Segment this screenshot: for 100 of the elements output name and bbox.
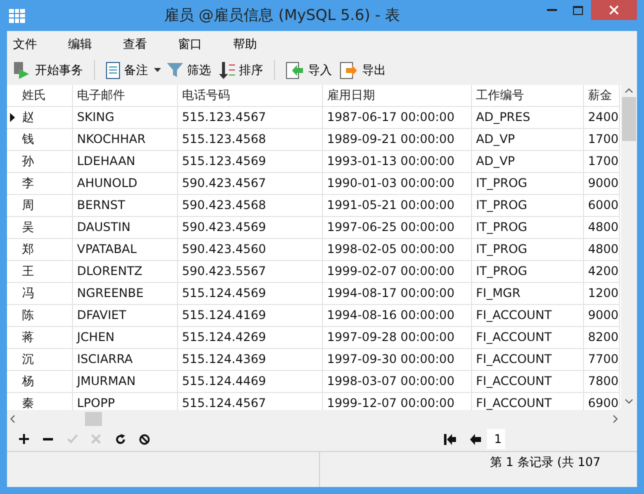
table-cell: 590.423.4560 — [178, 239, 323, 261]
table-cell: 515.124.4169 — [178, 305, 323, 327]
table-cell: 590.423.4568 — [178, 195, 323, 217]
table-cell: 陈 — [18, 305, 73, 327]
close-button[interactable] — [591, 0, 637, 20]
scroll-right-icon[interactable] — [613, 414, 618, 422]
scrollbar-thumb[interactable] — [622, 97, 636, 141]
table-cell: IT_PROG — [472, 217, 584, 239]
table-cell: 吴 — [18, 217, 73, 239]
table-cell: 515.123.4568 — [178, 129, 323, 151]
table-cell: 9000 — [584, 173, 620, 195]
table-cell: 515.123.4569 — [178, 151, 323, 173]
table-cell: 590.423.4569 — [178, 217, 323, 239]
table-cell: 9000 — [584, 305, 620, 327]
table-cell: 郑 — [18, 239, 73, 261]
table-cell: DFAVIET — [73, 305, 178, 327]
table-cell: AD_VP — [472, 129, 584, 151]
table-cell: 1997-09-30 00:00:00 — [323, 349, 472, 371]
table-cell: 8200 — [584, 327, 620, 349]
import-icon — [286, 62, 304, 78]
database-play-icon — [13, 61, 31, 79]
table-cell: 2400 — [584, 107, 620, 129]
table-cell: 1998-03-07 00:00:00 — [323, 371, 472, 393]
table-cell: FI_ACCOUNT — [472, 305, 584, 327]
table-cell: 1994-08-17 00:00:00 — [323, 283, 472, 305]
table-cell: AD_PRES — [472, 107, 584, 129]
export-icon — [340, 62, 358, 78]
menu-item[interactable]: 编辑 — [62, 36, 99, 52]
scroll-down-icon[interactable] — [625, 399, 633, 404]
menu-item[interactable]: 帮助 — [227, 36, 264, 52]
scroll-up-icon[interactable] — [625, 88, 633, 93]
first-page-icon[interactable] — [444, 434, 456, 444]
column-header[interactable]: 薪金 — [584, 85, 620, 107]
table-cell: NKOCHHAR — [73, 129, 178, 151]
minimize-icon — [547, 9, 557, 11]
table-cell: FI_ACCOUNT — [472, 371, 584, 393]
table-cell: 4800 — [584, 239, 620, 261]
table-cell: 515.124.4569 — [178, 283, 323, 305]
table-cell: 冯 — [18, 283, 73, 305]
table-cell: AD_VP — [472, 151, 584, 173]
table-cell: 1991-05-21 00:00:00 — [323, 195, 472, 217]
table-cell: VPATABAL — [73, 239, 178, 261]
table-cell: 王 — [18, 261, 73, 283]
table-cell: ISCIARRA — [73, 349, 178, 371]
table-cell: 515.124.4269 — [178, 327, 323, 349]
table-cell: FI_ACCOUNT — [472, 327, 584, 349]
table-cell: 1998-02-05 00:00:00 — [323, 239, 472, 261]
column-header[interactable]: 姓氏 — [18, 85, 73, 107]
table-cell: 1999-02-07 00:00:00 — [323, 261, 472, 283]
table-cell: LDEHAAN — [73, 151, 178, 173]
menu-item[interactable]: 窗口 — [172, 36, 209, 52]
table-cell: 1994-08-16 00:00:00 — [323, 305, 472, 327]
table-cell: JCHEN — [73, 327, 178, 349]
table-cell: 1997-06-25 00:00:00 — [323, 217, 472, 239]
page-field[interactable]: 1 — [487, 429, 505, 449]
table-cell: 杨 — [18, 371, 73, 393]
column-header[interactable]: 工作编号 — [472, 85, 584, 107]
column-header[interactable]: 电子邮件 — [73, 85, 178, 107]
toolbar-button[interactable]: 筛选 — [165, 62, 213, 78]
table-cell: 1987-06-17 00:00:00 — [323, 107, 472, 129]
table-cell: IT_PROG — [472, 261, 584, 283]
table-cell: 7700 — [584, 349, 620, 371]
table-cell: 6000 — [584, 195, 620, 217]
table-cell: 1200 — [584, 283, 620, 305]
table-cell: 孙 — [18, 151, 73, 173]
table-cell: IT_PROG — [472, 239, 584, 261]
table-cell: IT_PROG — [472, 173, 584, 195]
table-cell: 1700 — [584, 129, 620, 151]
scrollbar-thumb[interactable] — [85, 412, 102, 426]
toolbar-button[interactable]: 导入 — [284, 62, 334, 78]
table-cell: 周 — [18, 195, 73, 217]
filter-icon — [167, 62, 183, 78]
table-cell: 590.423.4567 — [178, 173, 323, 195]
column-header[interactable]: 雇用日期 — [323, 85, 472, 107]
caret-icon[interactable] — [154, 68, 161, 72]
document-icon — [106, 62, 120, 78]
table-cell: 590.423.5567 — [178, 261, 323, 283]
close-icon — [609, 5, 619, 15]
menu-item[interactable]: 查看 — [117, 36, 154, 52]
toolbar-button[interactable]: 导出 — [338, 62, 388, 78]
table-cell: AHUNOLD — [73, 173, 178, 195]
table-cell: 7800 — [584, 371, 620, 393]
toolbar-button[interactable]: 排序 — [217, 62, 265, 78]
table-cell: 515.124.4469 — [178, 371, 323, 393]
table-cell: NGREENBE — [73, 283, 178, 305]
table-cell: 李 — [18, 173, 73, 195]
table-cell: 蒋 — [18, 327, 73, 349]
table-cell: SKING — [73, 107, 178, 129]
menu-item[interactable]: 文件 — [7, 36, 44, 52]
toolbar-button[interactable]: 备注 — [104, 62, 150, 78]
scroll-left-icon[interactable] — [10, 414, 15, 422]
table-cell: 1989-09-21 00:00:00 — [323, 129, 472, 151]
table-cell: 钱 — [18, 129, 73, 151]
table-cell: BERNST — [73, 195, 178, 217]
table-cell: 沉 — [18, 349, 73, 371]
table-cell: DLORENTZ — [73, 261, 178, 283]
table-cell: IT_PROG — [472, 195, 584, 217]
previous-page-icon[interactable] — [470, 434, 481, 444]
toolbar-button[interactable]: 开始事务 — [11, 61, 85, 79]
column-header[interactable]: 电话号码 — [178, 85, 323, 107]
